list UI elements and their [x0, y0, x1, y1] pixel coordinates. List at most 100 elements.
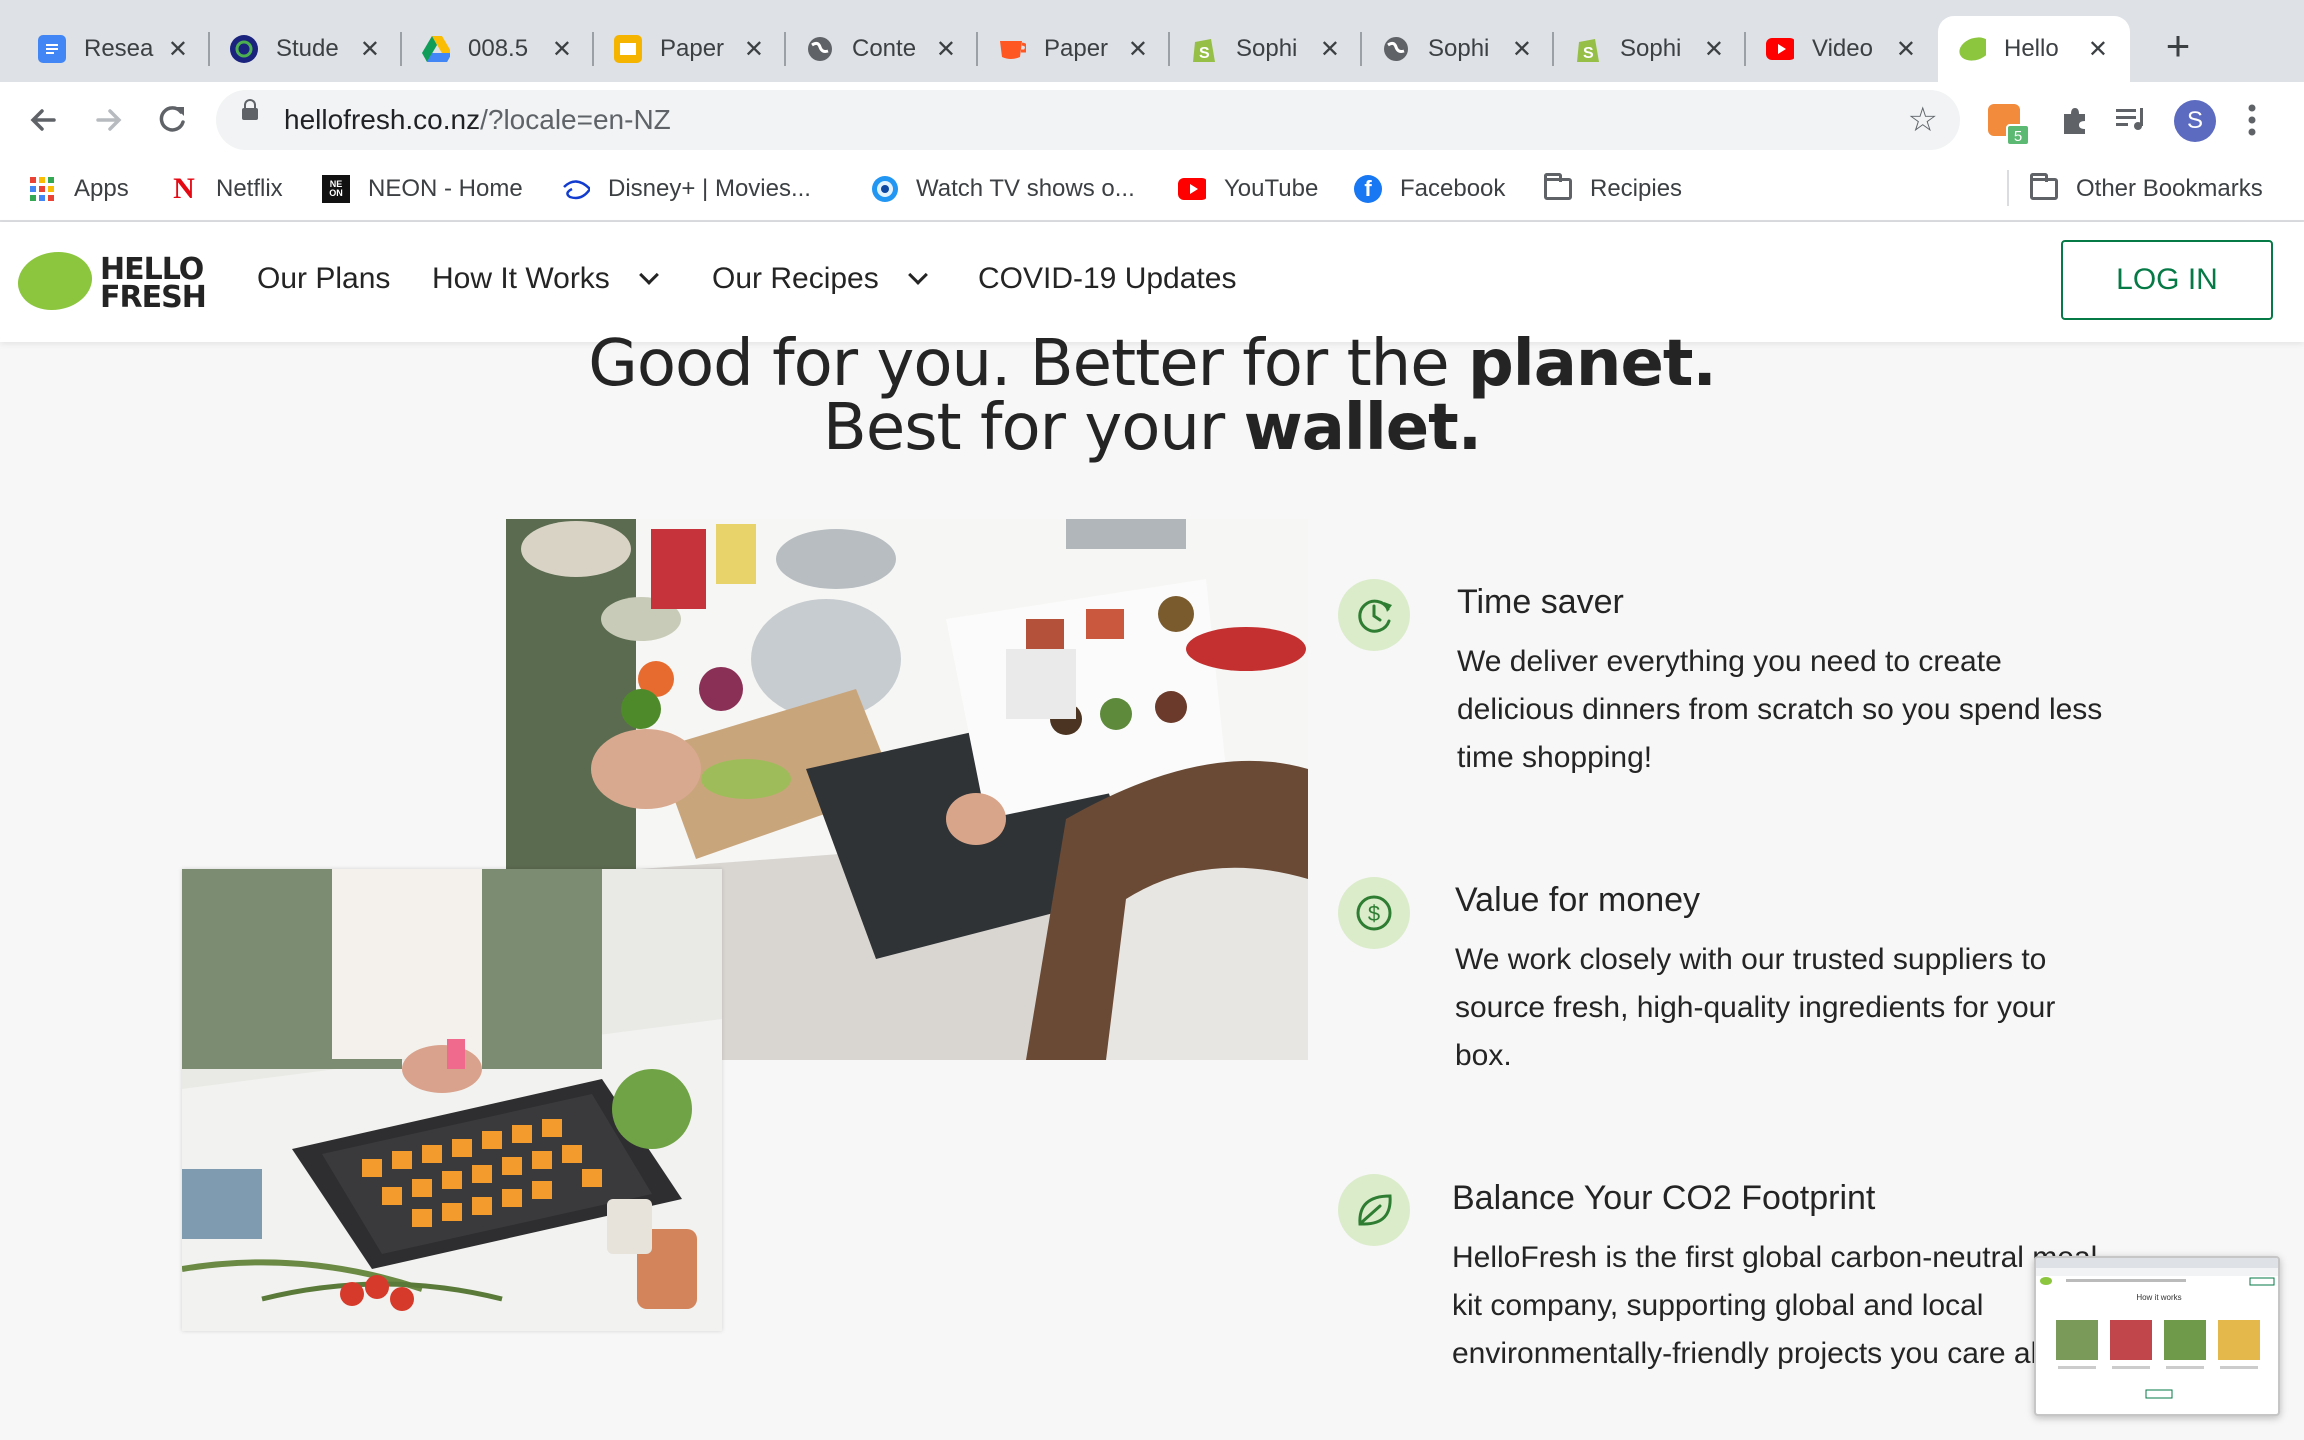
headline-text: Good for you. Better for the	[588, 327, 1468, 401]
close-tab-icon[interactable]: ✕	[1704, 35, 1724, 64]
browser-tab-paper[interactable]: Paper ✕	[978, 16, 1170, 82]
tab-label: 008.5	[468, 35, 529, 62]
close-tab-icon[interactable]: ✕	[2088, 35, 2108, 64]
shopify-icon: S	[1574, 35, 1602, 63]
close-tab-icon[interactable]: ✕	[1128, 35, 1148, 64]
browser-tab-sophi-2[interactable]: Sophi ✕	[1362, 16, 1554, 82]
bookmark-apps[interactable]: Apps	[28, 172, 129, 206]
url-text: hellofresh.co.nz/?locale=en-NZ	[284, 104, 671, 136]
login-button[interactable]: LOG IN	[2061, 240, 2273, 320]
site-header: HELLO FRESH Our Plans How It Works Our R…	[0, 222, 2304, 342]
browser-tab-drive[interactable]: 008.5 ✕	[402, 16, 594, 82]
browser-tab-hellofresh-active[interactable]: Hello ✕	[1938, 16, 2130, 82]
bookmarks-separator	[2007, 170, 2009, 206]
close-tab-icon[interactable]: ✕	[1320, 35, 1340, 64]
bookmark-folder-recipies[interactable]: Recipies	[1544, 172, 1682, 206]
lime-logo-icon	[10, 241, 100, 321]
tab-label: Sophi	[1236, 35, 1298, 62]
back-button[interactable]	[22, 98, 66, 142]
bookmark-neon[interactable]: NE ON NEON - Home	[322, 172, 523, 206]
close-tab-icon[interactable]: ✕	[552, 35, 572, 64]
tab-label: Conte	[852, 35, 917, 62]
bookmark-netflix[interactable]: N Netflix	[170, 172, 283, 206]
nav-label: How It Works	[432, 262, 610, 295]
globe-icon	[806, 35, 834, 63]
close-tab-icon[interactable]: ✕	[744, 35, 764, 64]
folder-icon	[1544, 173, 1572, 203]
feature-title-time-saver: Time saver	[1457, 583, 1624, 621]
nav-our-plans[interactable]: Our Plans	[257, 262, 390, 296]
reload-icon	[159, 106, 185, 132]
extensions-puzzle-icon[interactable]	[2054, 104, 2094, 136]
picture-in-picture-preview[interactable]: How it works	[2034, 1256, 2280, 1416]
url-host: hellofresh.co.nz	[284, 104, 481, 135]
tv-shows-icon	[870, 175, 898, 203]
svg-text:S: S	[1583, 45, 1594, 62]
bookmark-tv-shows[interactable]: Watch TV shows o...	[870, 172, 1135, 206]
other-bookmarks[interactable]: Other Bookmarks	[2030, 172, 2263, 206]
browser-tab-sophi-3[interactable]: S Sophi ✕	[1554, 16, 1746, 82]
logo-wordmark: HELLO FRESH	[100, 255, 207, 315]
browser-tab-content[interactable]: Conte ✕	[786, 16, 978, 82]
bookmark-facebook[interactable]: f Facebook	[1354, 172, 1505, 206]
hellofresh-icon	[1958, 35, 1986, 63]
globe-icon	[1382, 35, 1410, 63]
tab-label: Sophi	[1620, 35, 1682, 62]
close-tab-icon[interactable]: ✕	[168, 35, 188, 64]
nav-covid-updates[interactable]: COVID-19 Updates	[978, 262, 1236, 296]
headline-line-1: Good for you. Better for the planet.	[400, 332, 1904, 396]
tab-label: Video	[1812, 35, 1873, 62]
facebook-icon: f	[1354, 175, 1382, 203]
roasting-tray-photo	[182, 869, 722, 1331]
logo-line-2: FRESH	[100, 280, 207, 315]
page-headline: Good for you. Better for the planet. Bes…	[400, 332, 1904, 460]
nav-our-recipes[interactable]: Our Recipes	[712, 262, 928, 296]
preview-title: How it works	[2136, 1293, 2181, 1302]
address-bar[interactable]: hellofresh.co.nz/?locale=en-NZ ☆	[216, 90, 1960, 150]
browser-menu-icon[interactable]	[2246, 98, 2258, 153]
dollar-coin-icon: $	[1338, 877, 1410, 949]
bookmark-label: YouTube	[1224, 175, 1319, 202]
bookmark-label: NEON - Home	[368, 175, 523, 202]
chevron-down-icon	[638, 265, 659, 285]
close-tab-icon[interactable]: ✕	[1896, 35, 1916, 64]
close-tab-icon[interactable]: ✕	[360, 35, 380, 64]
apps-grid-icon	[28, 175, 56, 203]
nav-how-it-works[interactable]: How It Works	[432, 262, 659, 296]
media-queue-icon[interactable]	[2112, 104, 2152, 136]
lock-icon	[242, 99, 258, 120]
feature-title-value-for-money: Value for money	[1455, 881, 1701, 919]
close-tab-icon[interactable]: ✕	[1512, 35, 1532, 64]
browser-tab-student[interactable]: Stude ✕	[210, 16, 402, 82]
google-slides-icon	[614, 35, 642, 63]
profile-avatar[interactable]: S	[2174, 100, 2216, 142]
feature-body-value-for-money: We work closely with our trusted supplie…	[1455, 943, 2056, 1072]
bookmark-youtube[interactable]: YouTube	[1178, 172, 1318, 206]
youtube-icon	[1766, 35, 1794, 63]
reload-button[interactable]	[150, 98, 194, 142]
svg-text:$: $	[1368, 901, 1380, 926]
feature-body-co2: HelloFresh is the first global carbon-ne…	[1452, 1241, 2098, 1370]
browser-tab-research[interactable]: Resea ✕	[18, 16, 210, 82]
close-tab-icon[interactable]: ✕	[936, 35, 956, 64]
browser-tab-sophi-1[interactable]: S Sophi ✕	[1170, 16, 1362, 82]
bookmark-label: Netflix	[216, 175, 283, 202]
chevron-down-icon	[907, 265, 928, 285]
bookmarks-bar: Apps N Netflix NE ON NEON - Home Disney+ …	[0, 158, 2304, 222]
student-portal-icon	[230, 35, 258, 63]
forward-button[interactable]	[86, 98, 130, 142]
neon-icon: NE ON	[322, 175, 350, 203]
browser-tab-video[interactable]: Video ✕	[1746, 16, 1938, 82]
bookmark-label: Watch TV shows o...	[916, 175, 1135, 202]
browser-tab-paper-slides[interactable]: Paper ✕	[594, 16, 786, 82]
youtube-icon	[1178, 175, 1206, 203]
svg-text:S: S	[1199, 45, 1210, 62]
bookmark-label: Disney+ | Movies...	[608, 175, 811, 202]
feature-body-time-saver: We deliver everything you need to create…	[1457, 645, 2103, 774]
new-tab-button[interactable]: +	[2158, 25, 2198, 67]
bookmark-label: Apps	[74, 175, 129, 202]
bookmark-star-icon[interactable]: ☆	[1908, 100, 1938, 140]
cup-icon	[998, 35, 1026, 63]
bookmark-disney[interactable]: Disney+ | Movies...	[562, 172, 811, 206]
extension-badge: 5	[2006, 124, 2030, 146]
